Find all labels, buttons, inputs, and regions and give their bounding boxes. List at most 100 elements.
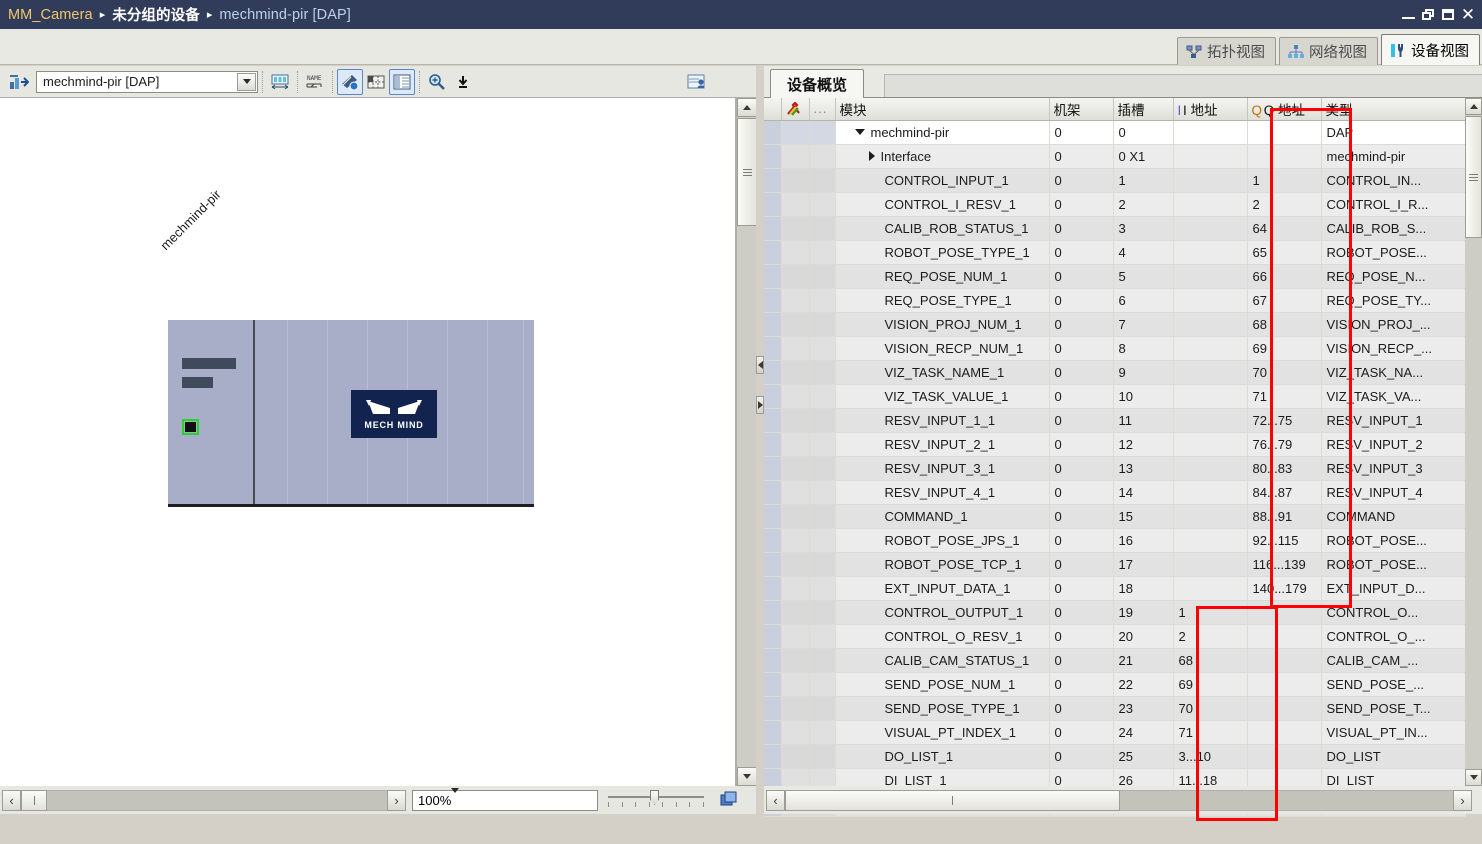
zoom-dropdown-button[interactable]	[450, 69, 476, 95]
cell-q-address[interactable]	[1247, 624, 1321, 648]
table-row[interactable]: ROBOT_POSE_JPS_101692...115ROBOT_POSE...	[764, 528, 1465, 552]
device-rack-graphic[interactable]: MECH MIND	[168, 320, 534, 507]
row-wrench-cell[interactable]	[781, 168, 809, 192]
cell-module[interactable]: VISION_PROJ_NUM_1	[835, 312, 1049, 336]
show-module-labels-button[interactable]: NAME	[302, 69, 328, 95]
row-marker-cell[interactable]	[764, 672, 781, 696]
table-hscroll-thumb[interactable]	[785, 790, 1120, 811]
row-ellipsis-cell[interactable]	[809, 576, 835, 600]
cell-i-address[interactable]: 69	[1173, 672, 1247, 696]
table-row[interactable]: Interface00 X1mechmind-pir	[764, 144, 1465, 168]
cell-slot[interactable]: 16	[1113, 528, 1173, 552]
cell-rack[interactable]: 0	[1049, 360, 1113, 384]
cell-i-address[interactable]: 1	[1173, 600, 1247, 624]
cell-rack[interactable]: 0	[1049, 648, 1113, 672]
row-ellipsis-cell[interactable]	[809, 120, 835, 144]
cell-slot[interactable]: 18	[1113, 576, 1173, 600]
cell-slot[interactable]: 10	[1113, 384, 1173, 408]
cell-slot[interactable]: 4	[1113, 240, 1173, 264]
canvas-vertical-scrollbar[interactable]	[736, 98, 756, 786]
cell-slot[interactable]: 22	[1113, 672, 1173, 696]
tab-device-view[interactable]: 设备视图	[1381, 34, 1480, 65]
header-q-address[interactable]: Q Q 地址	[1247, 98, 1321, 120]
row-marker-cell[interactable]	[764, 288, 781, 312]
row-marker-cell[interactable]	[764, 624, 781, 648]
table-row[interactable]: ROBOT_POSE_TCP_1017116...139ROBOT_POSE..…	[764, 552, 1465, 576]
table-row[interactable]: mechmind-pir00DAP	[764, 120, 1465, 144]
cell-q-address[interactable]: 92...115	[1247, 528, 1321, 552]
header-type[interactable]: 类型	[1321, 98, 1465, 120]
show-module-width-button[interactable]	[267, 69, 293, 95]
expander-collapse-icon[interactable]	[855, 129, 865, 135]
cell-module[interactable]: ROBOT_POSE_JPS_1	[835, 528, 1049, 552]
cell-type[interactable]: VISUAL_PT_IN...	[1321, 720, 1465, 744]
device-graphic-canvas[interactable]: mechmind-pir MECH MIND	[0, 98, 736, 786]
cell-q-address[interactable]: 2	[1247, 192, 1321, 216]
row-marker-cell[interactable]	[764, 360, 781, 384]
row-marker-cell[interactable]	[764, 720, 781, 744]
canvas-scroll-thumb[interactable]	[737, 118, 757, 226]
row-ellipsis-cell[interactable]	[809, 552, 835, 576]
row-marker-cell[interactable]	[764, 264, 781, 288]
row-ellipsis-cell[interactable]	[809, 312, 835, 336]
cell-type[interactable]: REQ_POSE_TY...	[1321, 288, 1465, 312]
table-row[interactable]: CALIB_CAM_STATUS_102168CALIB_CAM_...	[764, 648, 1465, 672]
grid-mode-button[interactable]	[363, 69, 389, 95]
cell-rack[interactable]: 0	[1049, 408, 1113, 432]
table-row[interactable]: CONTROL_I_RESV_1022CONTROL_I_R...	[764, 192, 1465, 216]
row-ellipsis-cell[interactable]	[809, 408, 835, 432]
table-row[interactable]: DO_LIST_10253...10DO_LIST	[764, 744, 1465, 768]
row-wrench-cell[interactable]	[781, 576, 809, 600]
row-marker-cell[interactable]	[764, 696, 781, 720]
row-ellipsis-cell[interactable]	[809, 720, 835, 744]
cell-q-address[interactable]	[1247, 744, 1321, 768]
cell-q-address[interactable]	[1247, 144, 1321, 168]
cell-i-address[interactable]	[1173, 360, 1247, 384]
cell-type[interactable]: RESV_INPUT_1	[1321, 408, 1465, 432]
cell-slot[interactable]: 20	[1113, 624, 1173, 648]
row-wrench-cell[interactable]	[781, 528, 809, 552]
header-module[interactable]: 模块	[835, 98, 1049, 120]
cell-rack[interactable]: 0	[1049, 744, 1113, 768]
cell-slot[interactable]: 13	[1113, 456, 1173, 480]
device-select-dropdown-button[interactable]	[237, 73, 256, 91]
go-to-device-button[interactable]	[6, 69, 32, 95]
table-row[interactable]: RESV_INPUT_3_101380...83RESV_INPUT_3	[764, 456, 1465, 480]
cell-slot[interactable]: 0	[1113, 120, 1173, 144]
row-ellipsis-cell[interactable]	[809, 696, 835, 720]
table-vertical-scrollbar[interactable]	[1465, 98, 1482, 786]
cell-i-address[interactable]: 3...10	[1173, 744, 1247, 768]
cell-module[interactable]: ROBOT_POSE_TYPE_1	[835, 240, 1049, 264]
cell-rack[interactable]: 0	[1049, 168, 1113, 192]
cell-type[interactable]: EXT_INPUT_D...	[1321, 576, 1465, 600]
cell-type[interactable]: RESV_INPUT_4	[1321, 480, 1465, 504]
cell-slot[interactable]: 8	[1113, 336, 1173, 360]
row-wrench-cell[interactable]	[781, 240, 809, 264]
cell-i-address[interactable]: 68	[1173, 648, 1247, 672]
row-wrench-cell[interactable]	[781, 144, 809, 168]
cell-slot[interactable]: 7	[1113, 312, 1173, 336]
cell-q-address[interactable]	[1247, 648, 1321, 672]
cell-module[interactable]: CALIB_CAM_STATUS_1	[835, 648, 1049, 672]
restore-layout-button[interactable]	[718, 789, 740, 811]
table-row[interactable]: SEND_POSE_TYPE_102370SEND_POSE_T...	[764, 696, 1465, 720]
cell-q-address[interactable]: 1	[1247, 168, 1321, 192]
table-row[interactable]: RESV_INPUT_4_101484...87RESV_INPUT_4	[764, 480, 1465, 504]
cell-rack[interactable]: 0	[1049, 552, 1113, 576]
row-marker-cell[interactable]	[764, 144, 781, 168]
cell-i-address[interactable]	[1173, 168, 1247, 192]
cell-q-address[interactable]: 68	[1247, 312, 1321, 336]
cell-rack[interactable]: 0	[1049, 384, 1113, 408]
table-horizontal-scrollbar[interactable]: ‹ ›	[766, 790, 1472, 811]
row-wrench-cell[interactable]	[781, 384, 809, 408]
row-wrench-cell[interactable]	[781, 192, 809, 216]
cell-slot[interactable]: 3	[1113, 216, 1173, 240]
cell-i-address[interactable]	[1173, 312, 1247, 336]
cell-rack[interactable]: 0	[1049, 216, 1113, 240]
row-wrench-cell[interactable]	[781, 360, 809, 384]
row-wrench-cell[interactable]	[781, 264, 809, 288]
table-row[interactable]: CONTROL_OUTPUT_10191CONTROL_O...	[764, 600, 1465, 624]
cell-i-address[interactable]: 2	[1173, 624, 1247, 648]
cell-i-address[interactable]	[1173, 192, 1247, 216]
cell-type[interactable]: CALIB_ROB_S...	[1321, 216, 1465, 240]
